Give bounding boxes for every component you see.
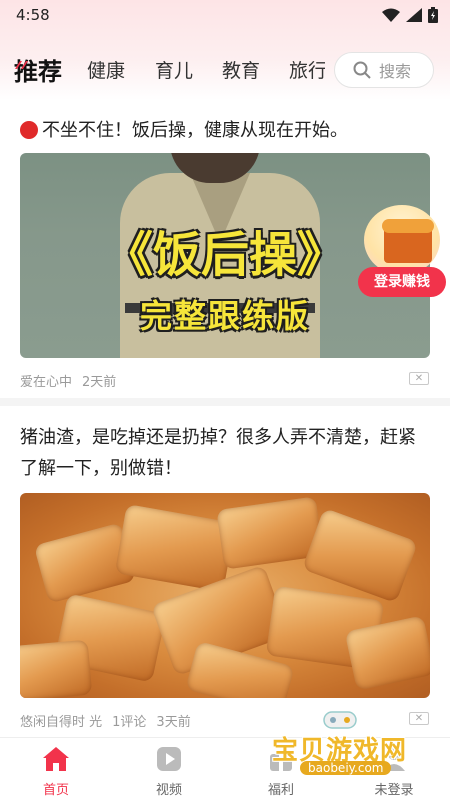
author: 悠闲自得时 光 xyxy=(20,715,103,730)
tab-parenting[interactable]: 育儿 xyxy=(155,56,193,83)
tab-education[interactable]: 教育 xyxy=(222,56,260,83)
nav-video[interactable]: 视频 xyxy=(134,744,204,798)
comment-count: 1评论 xyxy=(112,715,147,730)
watermark-url: baobeiy.com xyxy=(300,761,392,775)
watermark: 宝贝游戏网 baobeiy.com xyxy=(270,708,450,788)
author: 爱在心中 xyxy=(20,375,73,390)
dismiss-button[interactable]: ✕ xyxy=(409,372,429,385)
nav-label: 首页 xyxy=(42,783,69,798)
signal-icon xyxy=(406,8,422,22)
search-placeholder: 搜索 xyxy=(379,62,412,81)
status-bar: 4:58 xyxy=(0,0,450,32)
treasure-badge xyxy=(364,205,440,275)
battery-icon xyxy=(428,7,438,23)
article-title[interactable]: 不坐不住！饭后操，健康从现在开始。 xyxy=(20,115,432,146)
login-earn-button[interactable]: 登录赚钱 xyxy=(358,267,446,297)
timestamp: 3天前 xyxy=(156,715,191,730)
status-time: 4:58 xyxy=(16,6,50,24)
tab-travel[interactable]: 旅行 xyxy=(289,56,325,83)
timestamp: 2天前 xyxy=(82,375,117,390)
tab-health[interactable]: 健康 xyxy=(87,56,125,83)
nav-label: 视频 xyxy=(155,783,182,798)
status-icons xyxy=(382,7,438,23)
wifi-icon xyxy=(382,8,400,22)
article-title[interactable]: 猪油渣，是吃掉还是扔掉？很多人弄不清楚，赶紧了解一下，别做错！ xyxy=(20,422,432,484)
search-input[interactable]: 搜索 xyxy=(334,52,434,88)
divider xyxy=(0,398,450,406)
active-tab-indicator xyxy=(15,61,28,69)
video-icon xyxy=(157,747,181,771)
article-meta: 爱在心中 2天前 xyxy=(20,371,116,390)
article-thumbnail[interactable] xyxy=(20,493,430,698)
home-icon xyxy=(43,747,69,771)
search-icon xyxy=(353,61,371,79)
article-meta: 悠闲自得时 光 1评论 3天前 xyxy=(20,711,191,730)
red-dot-icon xyxy=(20,121,38,139)
login-earn-promo[interactable]: 登录赚钱 xyxy=(358,205,446,300)
gamepad-icon xyxy=(323,711,357,729)
nav-home[interactable]: 首页 xyxy=(21,744,91,798)
